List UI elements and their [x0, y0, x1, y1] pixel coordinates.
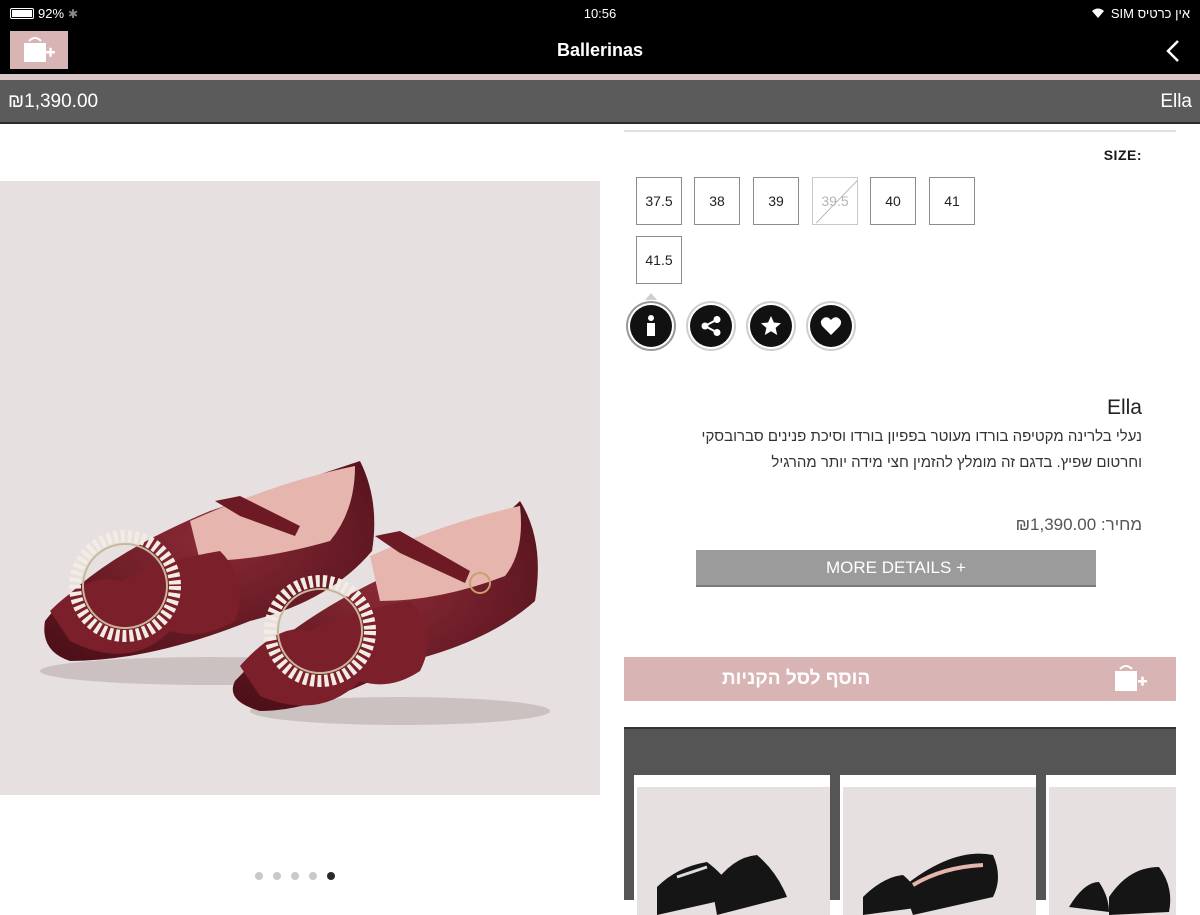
product-description: נעלי בלרינה מקטיפה בורדו מעוטר בפפיון בו…: [701, 428, 1142, 471]
add-to-cart-label: הוסף לסל הקניות: [722, 668, 871, 689]
favorite-star-button[interactable]: [750, 305, 792, 347]
size-option[interactable]: 39: [753, 177, 799, 225]
more-details-button[interactable]: MORE DETAILS +: [696, 550, 1096, 587]
size-option[interactable]: 41: [929, 177, 975, 225]
carousel-dot[interactable]: [327, 872, 335, 880]
info-icon: [647, 315, 655, 336]
related-product-card[interactable]: [1046, 775, 1176, 915]
page-title: Ballerinas: [556, 40, 644, 60]
product-image-carousel[interactable]: [0, 181, 600, 795]
related-product-image: [1049, 787, 1176, 915]
share-icon: [701, 316, 721, 336]
related-product-image: [637, 787, 830, 915]
carousel-dot[interactable]: [291, 872, 299, 880]
size-option[interactable]: 38: [694, 177, 740, 225]
divider: [624, 130, 1176, 132]
nav-bar: Ballerinas: [0, 28, 1200, 74]
product-price: מחיר: ₪1,390.00: [1015, 515, 1142, 534]
size-option[interactable]: 40: [870, 177, 916, 225]
size-option[interactable]: 41.5: [636, 236, 682, 284]
related-products: [624, 727, 1176, 915]
wifi-icon: [1091, 8, 1104, 18]
related-product-image: [843, 787, 1036, 915]
header-price: ₪1,390.00: [8, 91, 99, 112]
size-label: SIZE:: [1103, 147, 1142, 163]
size-option-unavailable: 39.5: [812, 177, 858, 225]
header-product-name: Ella: [1160, 91, 1192, 112]
related-product-card[interactable]: [840, 775, 1036, 915]
related-product-card[interactable]: [634, 775, 830, 915]
wishlist-button[interactable]: [810, 305, 852, 347]
product-title: Ella: [1106, 396, 1142, 419]
share-button[interactable]: [690, 305, 732, 347]
shopping-bag-add-icon: [1115, 665, 1147, 691]
product-photo: [40, 461, 550, 725]
star-icon: [761, 316, 781, 335]
carrier-text: אין כרטיס SIM: [1110, 6, 1190, 21]
back-chevron-icon[interactable]: [1162, 37, 1186, 65]
info-button[interactable]: [630, 305, 672, 347]
price-bar: ₪1,390.00 Ella: [0, 80, 1200, 124]
size-option[interactable]: 37.5: [636, 177, 682, 225]
carousel-dots[interactable]: [255, 872, 335, 880]
clock: 10:56: [583, 6, 617, 21]
active-tab-pointer: [645, 293, 657, 300]
carousel-dot[interactable]: [273, 872, 281, 880]
heart-icon: [820, 317, 842, 335]
carrier-indicator: אין כרטיס SIM: [1091, 6, 1190, 21]
carousel-dot[interactable]: [309, 872, 317, 880]
add-to-cart-button[interactable]: הוסף לסל הקניות: [624, 657, 1176, 701]
carousel-dot[interactable]: [255, 872, 263, 880]
status-bar: 92% ✱ 10:56 אין כרטיס SIM: [0, 0, 1200, 28]
